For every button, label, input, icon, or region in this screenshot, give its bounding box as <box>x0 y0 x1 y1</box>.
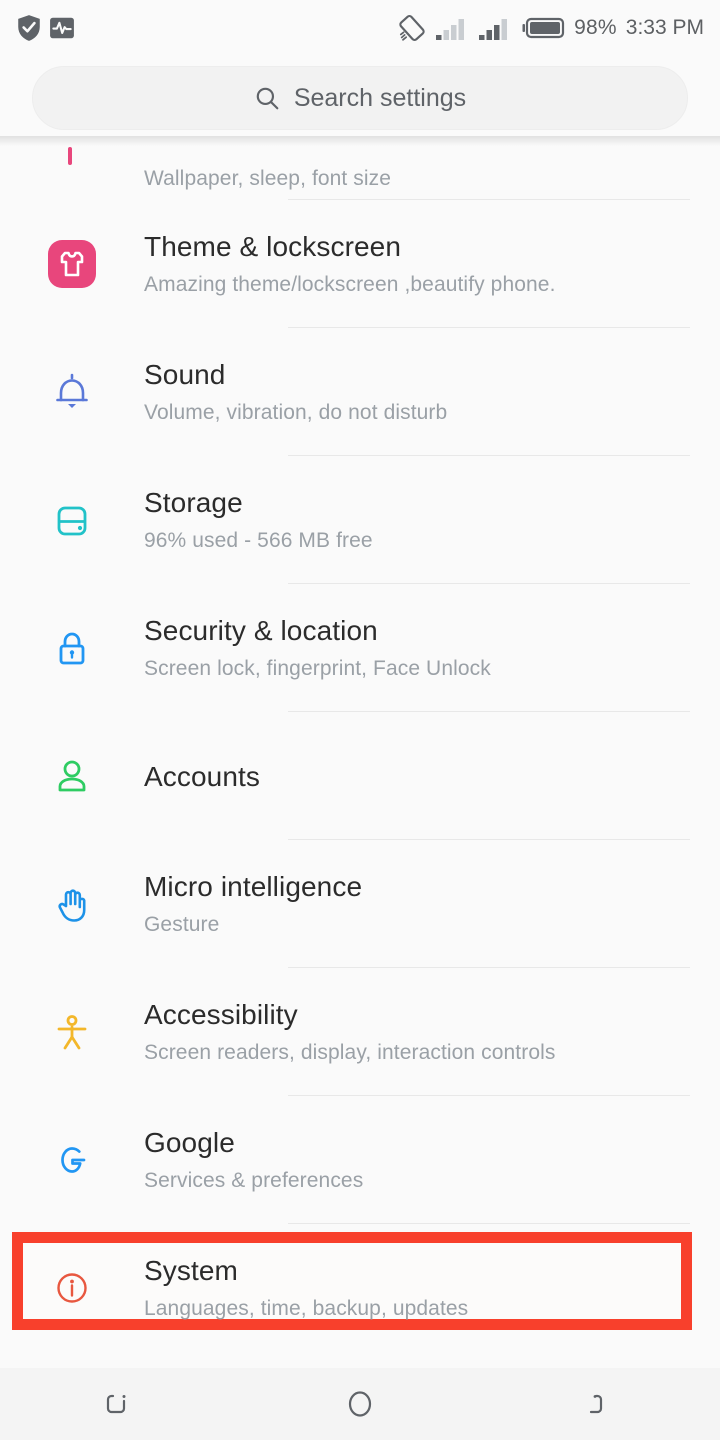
settings-row-system-body: System Languages, time, backup, updates <box>144 1224 720 1352</box>
settings-row-security-body: Security & location Screen lock, fingerp… <box>144 584 720 712</box>
settings-row-subtitle: Services & preferences <box>144 1169 364 1193</box>
settings-row-micro-body: Micro intelligence Gesture <box>144 840 720 968</box>
search-input[interactable]: Search settings <box>32 66 688 130</box>
settings-row-storage-body: Storage 96% used - 566 MB free <box>144 456 720 584</box>
status-bar-right-icons: 98% 3:33 PM <box>398 14 704 42</box>
signal-bars-sim1-icon <box>435 15 469 41</box>
settings-row-subtitle: Languages, time, backup, updates <box>144 1297 469 1321</box>
settings-row-subtitle: 96% used - 566 MB free <box>144 529 373 553</box>
settings-row-subtitle: Screen readers, display, interaction con… <box>144 1041 556 1065</box>
settings-row-system[interactable]: System Languages, time, backup, updates <box>0 1224 720 1352</box>
battery-icon <box>521 16 565 40</box>
settings-row-security-location[interactable]: Security & location Screen lock, fingerp… <box>0 584 720 712</box>
activity-monitor-icon <box>49 15 75 41</box>
settings-row-google[interactable]: Google Services & preferences <box>0 1096 720 1224</box>
settings-row-sound-body: Sound Volume, vibration, do not disturb <box>144 328 720 456</box>
battery-percent-label: 98% <box>574 16 617 39</box>
search-icon <box>254 85 280 111</box>
settings-list[interactable]: Wallpaper, sleep, font size Theme & lock… <box>0 136 720 1382</box>
settings-row-accessibility[interactable]: Accessibility Screen readers, display, i… <box>0 968 720 1096</box>
storage-disk-icon <box>0 456 144 584</box>
status-bar-left-icons <box>16 14 75 42</box>
settings-row-subtitle: Gesture <box>144 913 220 937</box>
settings-row-title: Accounts <box>144 760 260 792</box>
lock-icon <box>0 584 144 712</box>
settings-row-title: Security & location <box>144 615 378 647</box>
settings-row-theme-lockscreen[interactable]: Theme & lockscreen Amazing theme/lockscr… <box>0 200 720 328</box>
settings-row-storage[interactable]: Storage 96% used - 566 MB free <box>0 456 720 584</box>
settings-row-micro-intelligence[interactable]: Micro intelligence Gesture <box>0 840 720 968</box>
person-icon <box>0 712 144 840</box>
accessibility-icon <box>0 968 144 1096</box>
settings-row-subtitle: Amazing theme/lockscreen ,beautify phone… <box>144 273 556 297</box>
shield-check-icon <box>16 14 42 42</box>
google-g-icon <box>0 1096 144 1224</box>
settings-row-google-body: Google Services & preferences <box>144 1096 720 1224</box>
navigation-bar <box>0 1368 720 1440</box>
settings-row-title: Accessibility <box>144 999 298 1031</box>
hand-gesture-icon <box>0 840 144 968</box>
status-bar: 98% 3:33 PM <box>0 0 720 56</box>
settings-row-title: Storage <box>144 487 243 519</box>
search-area: Search settings <box>0 64 720 146</box>
settings-row-subtitle: Screen lock, fingerprint, Face Unlock <box>144 657 491 681</box>
settings-row-title: Sound <box>144 359 226 391</box>
settings-row-subtitle: Volume, vibration, do not disturb <box>144 401 448 425</box>
search-shadow <box>0 136 720 146</box>
rotation-lock-icon <box>398 14 426 42</box>
clock-label: 3:33 PM <box>625 16 704 39</box>
settings-row-title: Google <box>144 1127 235 1159</box>
info-circle-icon <box>0 1224 144 1352</box>
signal-bars-sim2-icon <box>478 15 512 41</box>
settings-row-accounts[interactable]: Accounts <box>0 712 720 840</box>
settings-row-title: Micro intelligence <box>144 871 363 903</box>
settings-row-title: Theme & lockscreen <box>144 231 402 263</box>
bell-icon <box>0 328 144 456</box>
search-placeholder: Search settings <box>293 83 467 112</box>
recents-icon[interactable] <box>0 1368 240 1440</box>
settings-row-accounts-body: Accounts <box>144 712 720 840</box>
tshirt-theme-icon <box>0 200 144 328</box>
home-circle-icon[interactable] <box>240 1368 480 1440</box>
settings-row-sound[interactable]: Sound Volume, vibration, do not disturb <box>0 328 720 456</box>
settings-row-theme-body: Theme & lockscreen Amazing theme/lockscr… <box>144 200 720 328</box>
settings-row-accessibility-body: Accessibility Screen readers, display, i… <box>144 968 720 1096</box>
settings-screen: 98% 3:33 PM Wallpaper, sleep, font size <box>0 0 720 1440</box>
settings-row-subtitle: Wallpaper, sleep, font size <box>144 166 392 190</box>
back-icon[interactable] <box>480 1368 720 1440</box>
settings-row-title: System <box>144 1255 238 1287</box>
